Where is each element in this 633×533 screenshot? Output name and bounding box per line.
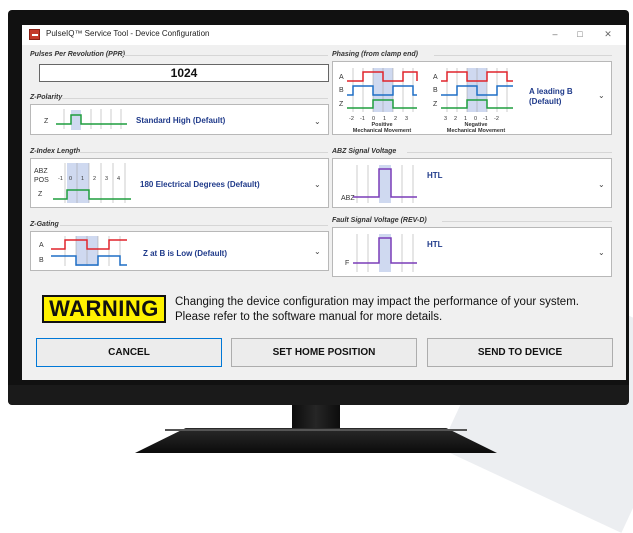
row-label: POS <box>34 177 49 184</box>
title-bar: PulseIQ™ Service Tool - Device Configura… <box>22 25 626 45</box>
tick-label: 3 <box>405 116 408 122</box>
cancel-button[interactable]: CANCEL <box>36 338 222 367</box>
tick-label: 2 <box>454 116 457 122</box>
group-divider <box>60 225 328 226</box>
signal-label: A <box>433 74 438 81</box>
phasing-value-line: (Default) <box>529 97 562 106</box>
caption: Mechanical Movement <box>447 128 506 134</box>
phasing-label: Phasing (from clamp end) <box>332 51 418 58</box>
tick-label: 3 <box>105 176 108 182</box>
warning-message: Changing the device configuration may im… <box>175 295 615 325</box>
group-divider <box>122 55 328 56</box>
tick-label: -1 <box>58 176 63 182</box>
fault-voltage-label: Fault Signal Voltage (REV-D) <box>332 217 427 224</box>
minimize-button[interactable]: – <box>547 27 563 41</box>
row-label: Z <box>38 191 43 198</box>
app-window: PulseIQ™ Service Tool - Device Configura… <box>22 25 626 380</box>
group-divider <box>442 221 612 222</box>
set-home-position-button[interactable]: SET HOME POSITION <box>231 338 417 367</box>
tick-label: 4 <box>117 176 120 182</box>
signal-label: Z <box>339 101 344 108</box>
phasing-waveform-icon: A B Z -2 -1 0 1 2 3 Positive Mechanical … <box>339 68 513 134</box>
group-divider <box>62 98 328 99</box>
tick-label: -2 <box>349 116 354 122</box>
chevron-down-icon: ⌄ <box>598 248 605 257</box>
signal-label: F <box>345 260 349 267</box>
z-index-waveform-icon: ABZ POS Z -1 0 1 2 3 4 <box>34 163 131 203</box>
phasing-dropdown[interactable]: A B Z -2 -1 0 1 2 3 Positive Mechanical … <box>332 61 612 135</box>
tick-label: 3 <box>444 116 447 122</box>
caption: Mechanical Movement <box>353 128 412 134</box>
close-button[interactable]: ✕ <box>600 27 616 41</box>
ppr-label: Pulses Per Revolution (PPR) <box>30 51 125 58</box>
z-index-length-value: 180 Electrical Degrees (Default) <box>140 180 260 189</box>
signal-label: A <box>39 242 44 249</box>
group-divider <box>407 152 612 153</box>
tick-label: 0 <box>69 176 72 182</box>
abz-voltage-label: ABZ Signal Voltage <box>332 148 397 155</box>
chevron-down-icon: ⌄ <box>314 117 321 126</box>
z-index-length-label: Z-Index Length <box>30 148 81 155</box>
z-gating-waveform-icon: A B <box>39 236 127 266</box>
z-gating-value: Z at B is Low (Default) <box>143 249 227 258</box>
fault-voltage-value: HTL <box>427 240 443 249</box>
tick-label: -1 <box>360 116 365 122</box>
tick-label: 2 <box>394 116 397 122</box>
signal-label: Z <box>44 118 49 125</box>
chevron-down-icon: ⌄ <box>314 180 321 189</box>
tick-label: -2 <box>494 116 499 122</box>
z-gating-label: Z-Gating <box>30 221 59 228</box>
signal-label: B <box>433 87 438 94</box>
phasing-value-line: A leading B <box>529 87 573 96</box>
abz-voltage-waveform-icon: ABZ <box>341 165 417 203</box>
chevron-down-icon: ⌄ <box>598 91 605 100</box>
fault-voltage-dropdown[interactable]: F HTL ⌄ <box>332 227 612 277</box>
app-logo-icon <box>29 29 40 40</box>
group-divider <box>77 152 328 153</box>
warning-badge: WARNING <box>42 295 166 323</box>
chevron-down-icon: ⌄ <box>598 180 605 189</box>
signal-label: B <box>339 87 344 94</box>
tick-label: 1 <box>81 176 84 182</box>
z-polarity-label: Z-Polarity <box>30 94 63 101</box>
signal-label: Z <box>433 101 438 108</box>
signal-label: ABZ <box>341 195 355 202</box>
monitor-stand-base <box>135 428 497 453</box>
group-divider <box>434 55 612 56</box>
window-title: PulseIQ™ Service Tool - Device Configura… <box>46 29 210 38</box>
z-index-length-dropdown[interactable]: ABZ POS Z -1 0 1 2 3 4 180 Electrical De… <box>30 158 329 208</box>
tick-label: 2 <box>93 176 96 182</box>
chevron-down-icon: ⌄ <box>314 247 321 256</box>
abz-voltage-dropdown[interactable]: ABZ HTL ⌄ <box>332 158 612 208</box>
monitor-chin <box>8 385 629 405</box>
abz-voltage-value: HTL <box>427 171 443 180</box>
maximize-button[interactable]: □ <box>572 27 588 41</box>
z-gating-dropdown[interactable]: A B Z at B is Low (Default) ⌄ <box>30 231 329 271</box>
z-polarity-waveform-icon: Z <box>44 109 127 130</box>
z-polarity-dropdown[interactable]: Z Standard High (Default) ⌄ <box>30 104 329 135</box>
row-label: ABZ <box>34 168 48 175</box>
ppr-input[interactable]: 1024 <box>39 64 329 82</box>
phasing-value: A leading B (Default) <box>529 87 573 107</box>
signal-label: A <box>339 74 344 81</box>
z-polarity-value: Standard High (Default) <box>136 116 226 125</box>
monitor-stand-highlight <box>165 429 467 431</box>
signal-label: B <box>39 257 44 264</box>
warning-line-2: Please refer to the software manual for … <box>175 311 443 323</box>
send-to-device-button[interactable]: SEND TO DEVICE <box>427 338 613 367</box>
warning-line-1: Changing the device configuration may im… <box>175 296 579 308</box>
fault-voltage-waveform-icon: F <box>345 234 417 272</box>
monitor-stand-neck <box>292 405 340 431</box>
